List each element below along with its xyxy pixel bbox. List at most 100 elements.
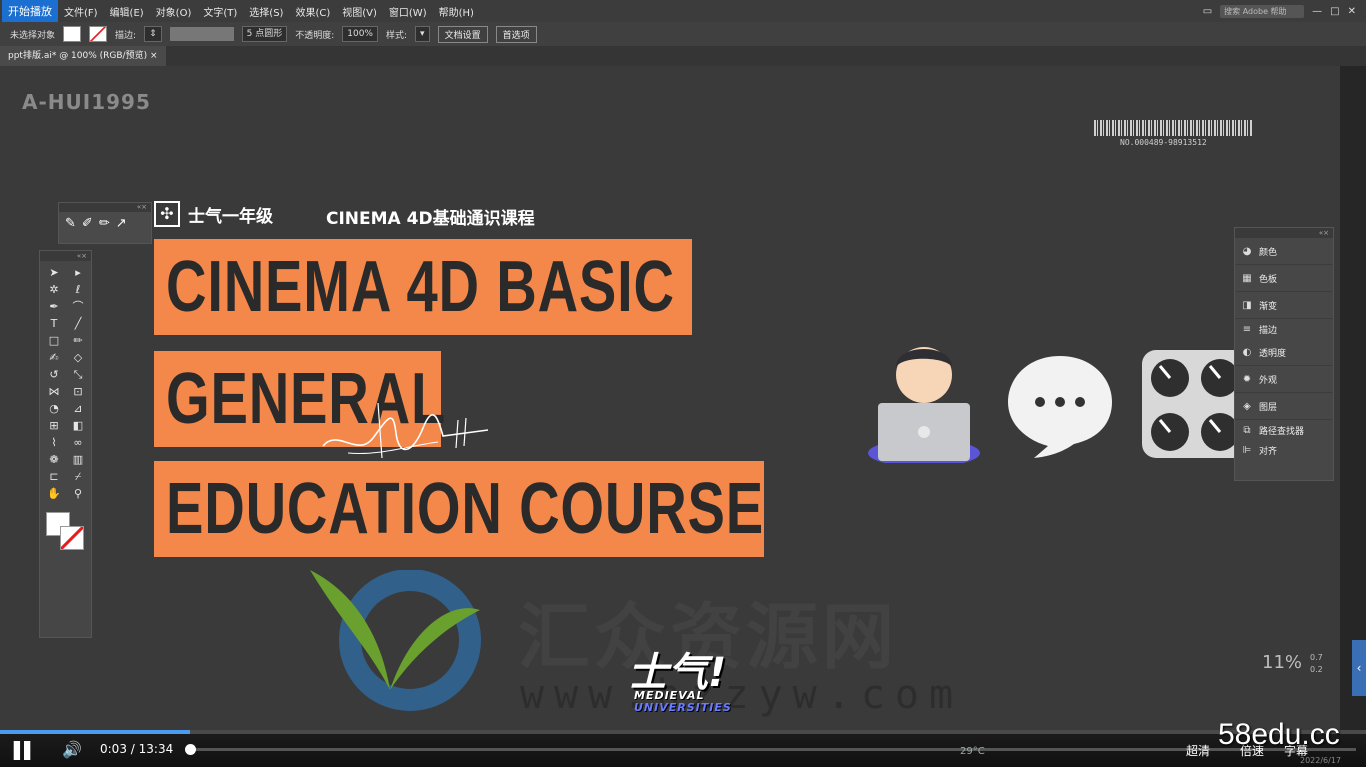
control-knobs-icon — [1142, 350, 1238, 458]
symbol-sprayer-tool-icon[interactable]: ❁ — [43, 452, 65, 468]
eyedropper-tool-icon[interactable]: ⌇ — [43, 435, 65, 451]
menu-help[interactable]: 帮助(H) — [433, 4, 480, 19]
slice-tool-icon[interactable]: ⌿ — [67, 469, 89, 485]
type-tool-icon[interactable]: T — [43, 316, 65, 332]
stroke-label: 描边: — [115, 30, 137, 41]
brush-tool-1-icon[interactable]: ✎ — [65, 216, 76, 231]
brand-name: 士气一年级 — [188, 206, 273, 227]
selection-status: 未选择对象 — [10, 30, 56, 41]
panel-transparency[interactable]: ◐ 透明度 — [1235, 339, 1333, 366]
volume-icon[interactable]: 🔊 — [62, 740, 82, 759]
workspace-icon[interactable]: ▭ — [1203, 6, 1212, 17]
rectangle-tool-icon[interactable]: □ — [43, 333, 65, 349]
panel-layers[interactable]: ◈ 图层 — [1235, 393, 1333, 420]
brush-tool-2-icon[interactable]: ✐ — [82, 216, 93, 231]
lasso-tool-icon[interactable]: ℓ — [67, 282, 89, 298]
opacity-input[interactable]: 100% — [342, 26, 378, 42]
panel-stroke[interactable]: ≡ 描边 — [1235, 319, 1333, 339]
stroke-swatch[interactable] — [89, 26, 108, 42]
hand-tool-icon[interactable]: ✋ — [43, 486, 65, 502]
pen-tool-icon[interactable]: ✒ — [43, 299, 65, 315]
mesh-tool-icon[interactable]: ⊞ — [43, 418, 65, 434]
scale-tool-icon[interactable]: ⤡ — [67, 367, 89, 383]
width-tool-icon[interactable]: ⋈ — [43, 384, 65, 400]
brush-tool-4-icon[interactable]: ↗ — [116, 216, 127, 231]
panel-swatches[interactable]: ▦ 色板 — [1235, 265, 1333, 292]
shape-builder-tool-icon[interactable]: ◔ — [43, 401, 65, 417]
zoom-tool-icon[interactable]: ⚲ — [67, 486, 89, 502]
style-select[interactable]: ▾ — [415, 26, 430, 42]
pathfinder-icon: ⧉ — [1243, 424, 1251, 436]
preferences-button[interactable]: 首选项 — [495, 25, 537, 43]
right-panel-dock: «× ◕ 颜色 ▦ 色板 ◨ 渐变 ≡ 描边 ◐ 透明度 ✹ 外观 ◈ 图层 ⧉ 路径查找器 ⊫… — [1234, 227, 1334, 481]
toolbar-collapse-icon[interactable]: «× — [40, 251, 91, 261]
corner-readout-a: 0.7 — [1310, 653, 1323, 662]
menu-select[interactable]: 选择(S) — [243, 4, 289, 19]
menu-view[interactable]: 视图(V) — [336, 4, 383, 19]
dock-collapse-icon[interactable]: «× — [1235, 228, 1333, 238]
course-title-cn: CINEMA 4D基础通识课程 — [326, 209, 535, 229]
seek-handle[interactable] — [185, 744, 196, 755]
panel-appearance[interactable]: ✹ 外观 — [1235, 366, 1333, 393]
panel-layers-label: 图层 — [1259, 402, 1278, 413]
selection-tool-icon[interactable]: ➤ — [43, 265, 65, 281]
free-transform-tool-icon[interactable]: ⊡ — [67, 384, 89, 400]
document-setup-button[interactable]: 文档设置 — [437, 25, 488, 43]
menu-edit[interactable]: 编辑(E) — [104, 4, 150, 19]
panel-align-label: 对齐 — [1259, 446, 1278, 457]
curvature-tool-icon[interactable]: ⌒ — [67, 299, 89, 315]
rotate-tool-icon[interactable]: ↺ — [43, 367, 65, 383]
gradient-tool-icon[interactable]: ◧ — [67, 418, 89, 434]
corner-readout-values: 0.7 0.2 — [1310, 652, 1323, 676]
eraser-tool-icon[interactable]: ◇ — [67, 350, 89, 366]
seek-bar[interactable] — [185, 744, 1356, 755]
right-edge: ‹ — [1340, 66, 1366, 730]
close-icon[interactable]: ✕ — [1348, 6, 1356, 17]
title-line-1: CINEMA 4D BASIC — [166, 247, 675, 327]
line-tool-icon[interactable]: ╱ — [67, 316, 89, 332]
menu-effect[interactable]: 效果(C) — [289, 4, 336, 19]
watermark-tag: A-HUI1995 — [22, 90, 151, 114]
maximize-icon[interactable]: □ — [1330, 6, 1339, 17]
help-search-input[interactable]: 搜索 Adobe 帮助 — [1220, 4, 1305, 18]
start-play-button[interactable]: 开始播放 — [2, 0, 58, 22]
minimize-icon[interactable]: — — [1312, 6, 1322, 17]
variable-width-profile[interactable] — [169, 27, 234, 41]
barcode — [1094, 120, 1252, 136]
stroke-weight-input[interactable]: ⇕ — [144, 26, 162, 42]
time-display: 0:03 / 13:34 — [100, 742, 173, 756]
overlay-medieval-text: MEDIEVAL UNIVERSITIES — [634, 690, 732, 714]
artboard-tool-icon[interactable]: ⊏ — [43, 469, 65, 485]
pause-icon[interactable]: ▌▌ — [14, 741, 37, 760]
brush-tool-3-icon[interactable]: ✏ — [99, 216, 110, 231]
overlay-leaf-logo — [310, 570, 481, 711]
menu-window[interactable]: 窗口(W) — [383, 4, 433, 19]
stroke-color-swatch[interactable] — [60, 526, 84, 550]
menu-file[interactable]: 文件(F) — [58, 4, 104, 19]
brush-definition-select[interactable]: 5 点圆形 — [241, 26, 288, 42]
shaper-tool-icon[interactable]: ✍ — [43, 350, 65, 366]
collapse-panel-icon[interactable]: ‹ — [1352, 640, 1366, 696]
current-time: 0:03 — [100, 742, 127, 756]
panel-color[interactable]: ◕ 颜色 — [1235, 238, 1333, 265]
paintbrush-tool-icon[interactable]: ✏ — [67, 333, 89, 349]
overlay-universities-line: UNIVERSITIES — [634, 701, 732, 714]
menu-object[interactable]: 对象(O) — [150, 4, 198, 19]
panel-align[interactable]: ⊫ 对齐 — [1235, 440, 1333, 460]
column-graph-tool-icon[interactable]: ▥ — [67, 452, 89, 468]
blend-tool-icon[interactable]: ∞ — [67, 435, 89, 451]
document-tab[interactable]: ppt排版.ai* @ 100% (RGB/预览) × — [0, 46, 166, 66]
panel-collapse-icon[interactable]: «× — [59, 203, 151, 212]
perspective-grid-tool-icon[interactable]: ⊿ — [67, 401, 89, 417]
direct-selection-tool-icon[interactable]: ▸ — [67, 265, 89, 281]
menu-type[interactable]: 文字(T) — [197, 4, 243, 19]
title-line-3: EDUCATION COURSE — [166, 469, 765, 549]
tab-close-icon[interactable]: × — [150, 51, 158, 61]
quality-button[interactable]: 超清 — [1186, 742, 1210, 759]
panel-pathfinder[interactable]: ⧉ 路径查找器 — [1235, 420, 1333, 440]
fill-swatch[interactable] — [63, 26, 82, 42]
opacity-label: 不透明度: — [295, 30, 335, 41]
panel-gradient[interactable]: ◨ 渐变 — [1235, 292, 1333, 319]
magic-wand-tool-icon[interactable]: ✲ — [43, 282, 65, 298]
menubar-right: ▭ 搜索 Adobe 帮助 — □ ✕ — [1203, 4, 1366, 18]
